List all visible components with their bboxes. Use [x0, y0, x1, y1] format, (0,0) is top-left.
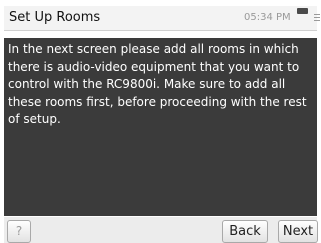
next-button[interactable]: Next — [278, 220, 318, 243]
clock: 05:34 PM — [244, 12, 291, 23]
title-bar: Set Up Rooms 05:34 PM — [4, 6, 320, 31]
message-panel: In the next screen please add all rooms … — [4, 38, 317, 216]
setup-screen: Set Up Rooms 05:34 PM In the next screen… — [0, 0, 321, 243]
button-bar: ? Back Next — [4, 217, 318, 243]
help-button[interactable]: ? — [7, 220, 31, 243]
back-button[interactable]: Back — [222, 220, 268, 243]
menu-icon[interactable] — [314, 14, 320, 23]
battery-icon — [297, 8, 308, 14]
instruction-text: In the next screen please add all rooms … — [8, 42, 307, 126]
page-title: Set Up Rooms — [9, 10, 101, 25]
